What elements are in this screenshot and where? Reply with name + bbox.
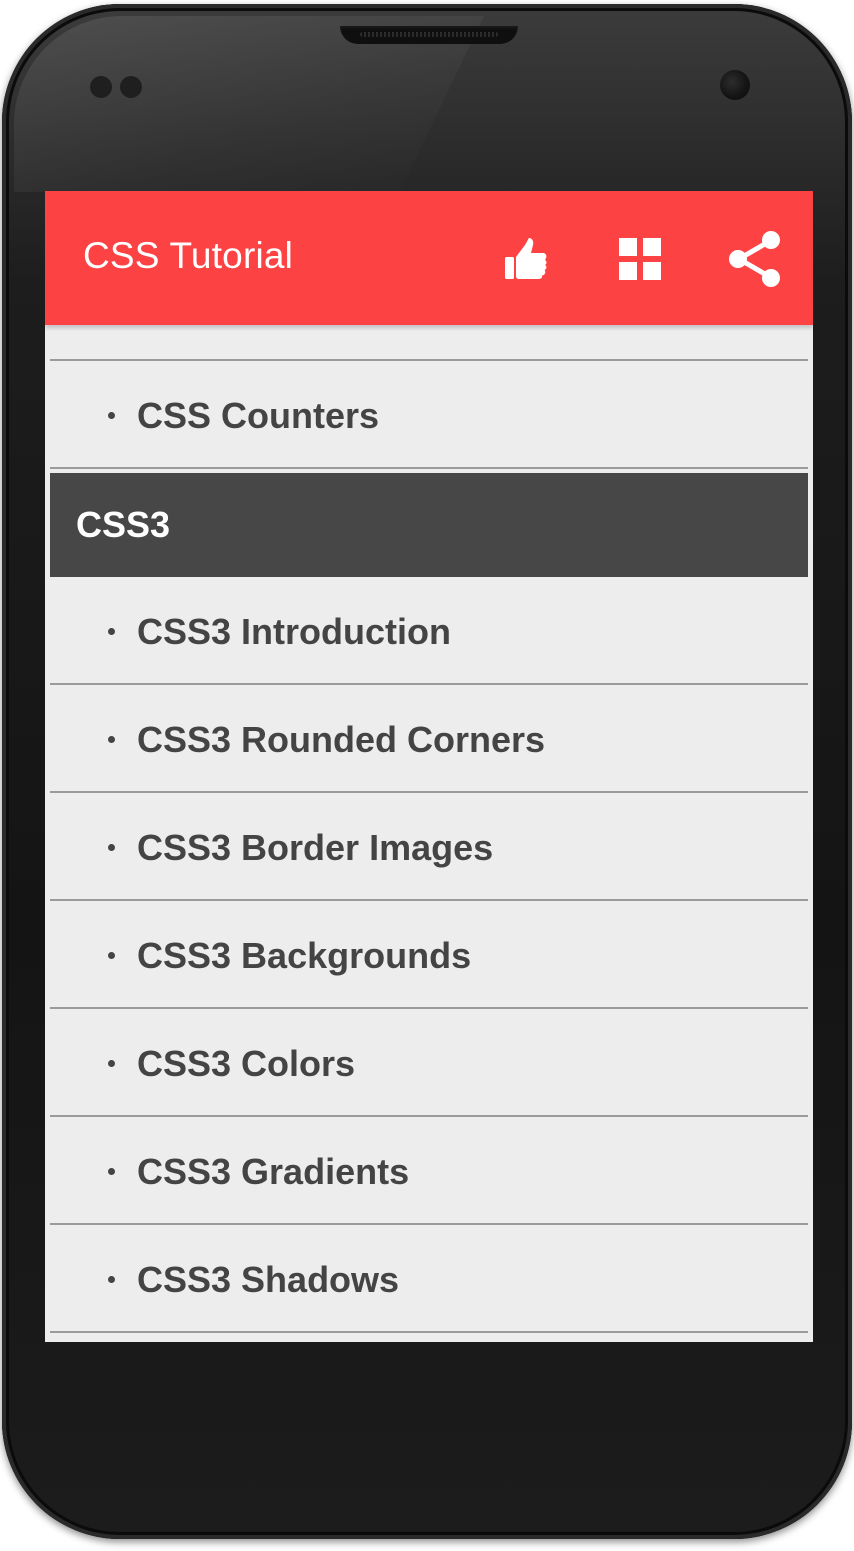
list-item[interactable]: CSS3 Border Images — [50, 797, 808, 901]
earpiece-speaker — [340, 26, 518, 44]
bullet-icon — [108, 1060, 115, 1067]
share-button[interactable] — [725, 229, 785, 289]
section-label: CSS3 — [76, 504, 171, 545]
list-item[interactable]: CSS3 Rounded Corners — [50, 689, 808, 793]
bullet-icon — [108, 628, 115, 635]
phone-frame: CSS Tutorial CSS Counters CSS3 CSS3 Intr… — [2, 4, 852, 1539]
list-item[interactable]: CSS3 Shadows — [50, 1229, 808, 1333]
list-item-label: CSS3 Colors — [137, 1043, 356, 1084]
rate-button[interactable] — [495, 229, 555, 289]
list-item[interactable]: CSS3 Introduction — [50, 581, 808, 685]
app-screen: CSS Tutorial CSS Counters CSS3 CSS3 Intr… — [45, 191, 813, 1342]
more-apps-button[interactable] — [610, 229, 670, 289]
list-item-label: CSS3 Rounded Corners — [137, 719, 546, 760]
bullet-icon — [108, 844, 115, 851]
share-icon — [729, 231, 780, 287]
bullet-icon — [108, 1276, 115, 1283]
thumbs-up-icon — [505, 238, 547, 279]
list-item-partial[interactable] — [50, 325, 808, 361]
list-item-label: CSS3 Border Images — [137, 827, 494, 868]
list-item-css-counters[interactable]: CSS Counters — [50, 365, 808, 469]
section-header-css3[interactable]: CSS3 — [50, 473, 808, 577]
list-item-label: CSS3 Shadows — [137, 1259, 400, 1300]
list-item[interactable]: CSS3 Gradients — [50, 1121, 808, 1225]
app-bar: CSS Tutorial — [45, 191, 813, 325]
list-item-label: CSS3 Introduction — [137, 611, 451, 652]
app-title: CSS Tutorial — [83, 235, 294, 276]
proximity-sensor — [90, 76, 112, 98]
list-item[interactable]: CSS3 Backgrounds — [50, 905, 808, 1009]
list-item-label: CSS3 Gradients — [137, 1151, 410, 1192]
bullet-icon — [108, 952, 115, 959]
front-camera — [720, 70, 750, 100]
grid-icon — [619, 238, 661, 280]
bullet-icon — [108, 1168, 115, 1175]
list-item-label: CSS Counters — [137, 395, 380, 436]
bullet-icon — [108, 412, 115, 419]
list-item-label: CSS3 Backgrounds — [137, 935, 472, 976]
light-sensor — [120, 76, 142, 98]
list-item[interactable]: CSS3 Colors — [50, 1013, 808, 1117]
bullet-icon — [108, 736, 115, 743]
